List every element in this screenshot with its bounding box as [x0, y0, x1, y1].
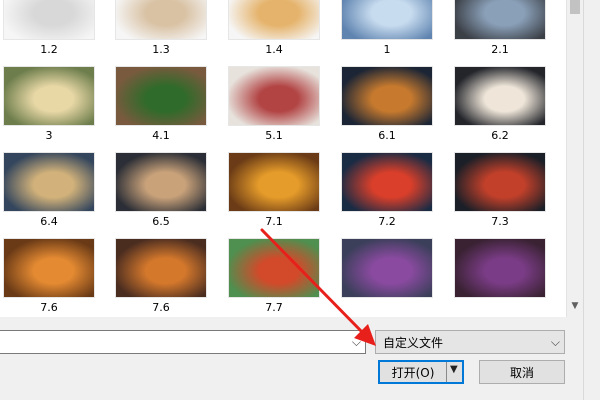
- photo-image: [228, 152, 320, 212]
- window-frame-edge: [583, 0, 600, 400]
- file-tile[interactable]: 1: [341, 0, 433, 64]
- chevron-down-icon[interactable]: ⌵: [352, 333, 361, 351]
- photo-image: [115, 152, 207, 212]
- photo-image: [228, 66, 320, 126]
- chevron-down-icon[interactable]: ⌵: [551, 333, 560, 351]
- split-divider: [446, 362, 447, 382]
- photo-image: [454, 66, 546, 126]
- photo-image: [454, 0, 546, 40]
- photo-image: [341, 152, 433, 212]
- dialog-footer: ⌵ 自定义文件 ⌵ 打开(O) ▼ 取消: [0, 317, 583, 400]
- open-button-label: 打开(O): [391, 366, 435, 380]
- file-tile[interactable]: [454, 238, 546, 317]
- file-tile[interactable]: 7.2: [341, 152, 433, 236]
- photo-image: [454, 238, 546, 298]
- file-tile[interactable]: 7.6: [115, 238, 207, 317]
- photo-image: [341, 238, 433, 298]
- file-tile[interactable]: 4.1: [115, 66, 207, 150]
- filename-field[interactable]: ⌵: [0, 330, 366, 354]
- file-tile[interactable]: 1.2: [3, 0, 95, 64]
- photo-image: [3, 238, 95, 298]
- file-name-label: 6.5: [152, 215, 170, 228]
- vertical-scrollbar[interactable]: ▼: [566, 0, 583, 317]
- file-name-label: 7.6: [40, 301, 58, 314]
- file-tile[interactable]: 7.6: [3, 238, 95, 317]
- triangle-down-icon[interactable]: ▼: [450, 364, 458, 375]
- cancel-button-label: 取消: [509, 366, 534, 380]
- filetype-selected-label: 自定义文件: [383, 336, 444, 350]
- file-name-label: 6.1: [378, 129, 396, 142]
- photo-image: [341, 66, 433, 126]
- open-button[interactable]: 打开(O) ▼: [378, 360, 464, 384]
- photo-image: [228, 238, 320, 298]
- file-tile[interactable]: 7.3: [454, 152, 546, 236]
- file-name-label: 6.4: [40, 215, 58, 228]
- file-name-label: 7.7: [265, 301, 283, 314]
- scroll-down-arrow-icon[interactable]: ▼: [567, 298, 583, 315]
- file-tile[interactable]: 6.4: [3, 152, 95, 236]
- file-name-label: 5.1: [265, 129, 283, 142]
- file-name-label: 7.6: [152, 301, 170, 314]
- file-name-label: 1.3: [152, 43, 170, 56]
- scrollbar-thumb[interactable]: [570, 0, 580, 14]
- photo-image: [341, 0, 433, 40]
- file-tile[interactable]: 1.3: [115, 0, 207, 64]
- file-tile[interactable]: [341, 238, 433, 317]
- photo-image: [3, 66, 95, 126]
- photo-image: [115, 66, 207, 126]
- file-tile[interactable]: 6.2: [454, 66, 546, 150]
- photo-image: [3, 152, 95, 212]
- file-tile[interactable]: 7.1: [228, 152, 320, 236]
- cartoon-sketch-image: [3, 0, 95, 40]
- cartoon-color-image: [228, 0, 320, 40]
- file-name-label: 1.4: [265, 43, 283, 56]
- filetype-select[interactable]: 自定义文件 ⌵: [375, 330, 565, 354]
- photo-image: [454, 152, 546, 212]
- file-name-label: 7.3: [491, 215, 509, 228]
- file-tile[interactable]: 2.1: [454, 0, 546, 64]
- file-name-label: 6.2: [491, 129, 509, 142]
- file-name-label: 2.1: [491, 43, 509, 56]
- file-list-pane[interactable]: 1.2 1.3 1.4 1 2.1 3 4.1 5.1 6.1 6.2 6.4 6.5 7.1 7.2 7.…: [0, 0, 566, 317]
- file-name-label: 1: [383, 43, 391, 56]
- file-name-label: 7.2: [378, 215, 396, 228]
- file-tile[interactable]: 6.5: [115, 152, 207, 236]
- file-tile[interactable]: 7.7: [228, 238, 320, 317]
- photo-image: [115, 238, 207, 298]
- file-tile[interactable]: 6.1: [341, 66, 433, 150]
- file-name-label: 7.1: [265, 215, 283, 228]
- cancel-button[interactable]: 取消: [479, 360, 565, 384]
- file-name-label: 1.2: [40, 43, 58, 56]
- file-tile[interactable]: 5.1: [228, 66, 320, 150]
- file-tile[interactable]: 3: [3, 66, 95, 150]
- filename-input[interactable]: [3, 333, 347, 353]
- cartoon-color-image: [115, 0, 207, 40]
- file-name-label: 3: [45, 129, 53, 142]
- file-name-label: 4.1: [152, 129, 170, 142]
- file-tile[interactable]: 1.4: [228, 0, 320, 64]
